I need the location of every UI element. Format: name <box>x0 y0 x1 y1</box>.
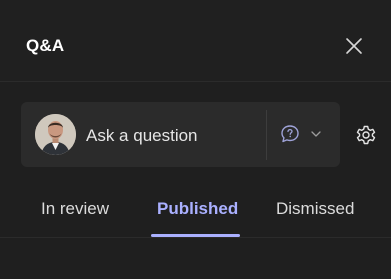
panel-title: Q&A <box>26 36 65 55</box>
ask-question-box[interactable]: Ask a question <box>21 102 340 167</box>
qa-panel: Q&A Ask a question In review Published D… <box>0 0 391 279</box>
settings-button[interactable] <box>352 121 380 149</box>
tabs-divider <box>0 237 391 238</box>
chevron-down-icon <box>311 131 321 137</box>
vertical-divider <box>266 110 267 160</box>
qa-tabs: In review Published Dismissed <box>0 187 391 237</box>
close-icon <box>346 38 362 54</box>
ask-question-input[interactable]: Ask a question <box>86 126 198 146</box>
tab-in-review[interactable]: In review <box>41 199 109 219</box>
question-bubble-icon <box>281 125 299 143</box>
gear-icon <box>356 125 376 145</box>
question-type-dropdown[interactable] <box>279 119 327 149</box>
tab-dismissed[interactable]: Dismissed <box>276 199 354 219</box>
qa-header: Q&A <box>0 0 391 82</box>
tab-published[interactable]: Published <box>157 199 238 219</box>
avatar <box>35 114 76 155</box>
close-button[interactable] <box>341 33 367 59</box>
